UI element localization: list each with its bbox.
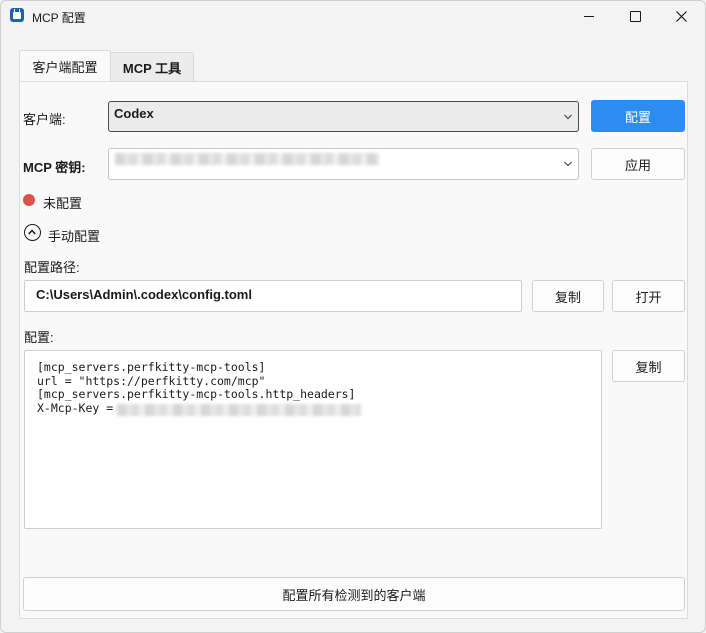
minimize-button[interactable] (566, 1, 612, 31)
config-key-redacted (117, 404, 361, 416)
apply-button[interactable]: 应用 (591, 148, 685, 180)
client-select[interactable]: Codex (108, 101, 579, 132)
chevron-up-icon[interactable] (24, 224, 41, 241)
mcp-key-redacted (115, 153, 379, 165)
close-button[interactable] (658, 1, 704, 31)
close-icon (675, 10, 687, 22)
configure-all-button[interactable]: 配置所有检测到的客户端 (23, 577, 685, 611)
open-path-button[interactable]: 打开 (612, 280, 685, 312)
tab-mcp-tools[interactable]: MCP 工具 (111, 52, 194, 81)
config-path-value: C:\Users\Admin\.codex\config.toml (36, 287, 252, 302)
maximize-icon (629, 10, 641, 22)
config-path-field[interactable]: C:\Users\Admin\.codex\config.toml (24, 280, 522, 312)
config-textarea[interactable]: [mcp_servers.perfkitty-mcp-tools] url = "… (24, 350, 602, 529)
status-indicator (23, 194, 35, 206)
tab-client-config[interactable]: 客户端配置 (19, 50, 111, 82)
maximize-button[interactable] (612, 1, 658, 31)
config-path-label: 配置路径: (24, 260, 80, 275)
status-text: 未配置 (43, 196, 83, 211)
app-icon (10, 8, 24, 22)
configure-button[interactable]: 配置 (591, 100, 685, 132)
window-title: MCP 配置 (32, 11, 86, 25)
mcp-key-label: MCP 密钥: (23, 160, 86, 175)
mcp-key-select[interactable] (108, 148, 579, 180)
chevron-down-icon (564, 161, 572, 167)
config-line: [mcp_servers.perfkitty-mcp-tools] (37, 360, 266, 374)
chevron-down-icon (564, 114, 572, 119)
copy-config-button[interactable]: 复制 (612, 350, 685, 382)
manual-config-toggle[interactable]: 手动配置 (48, 226, 100, 245)
app-window: MCP 配置 客户端配置 MCP 工具 客户端: Codex 配置 MCP 密钥… (0, 0, 706, 633)
minimize-icon (584, 15, 594, 17)
title-bar: MCP 配置 (1, 1, 705, 31)
config-line: url = "https://perfkitty.com/mcp" (37, 373, 266, 388)
copy-path-button[interactable]: 复制 (532, 280, 604, 312)
client-select-value: Codex (114, 106, 154, 121)
config-label: 配置: (24, 330, 54, 345)
client-label: 客户端: (23, 112, 66, 127)
config-line: [mcp_servers.perfkitty-mcp-tools.http_he… (37, 387, 356, 401)
